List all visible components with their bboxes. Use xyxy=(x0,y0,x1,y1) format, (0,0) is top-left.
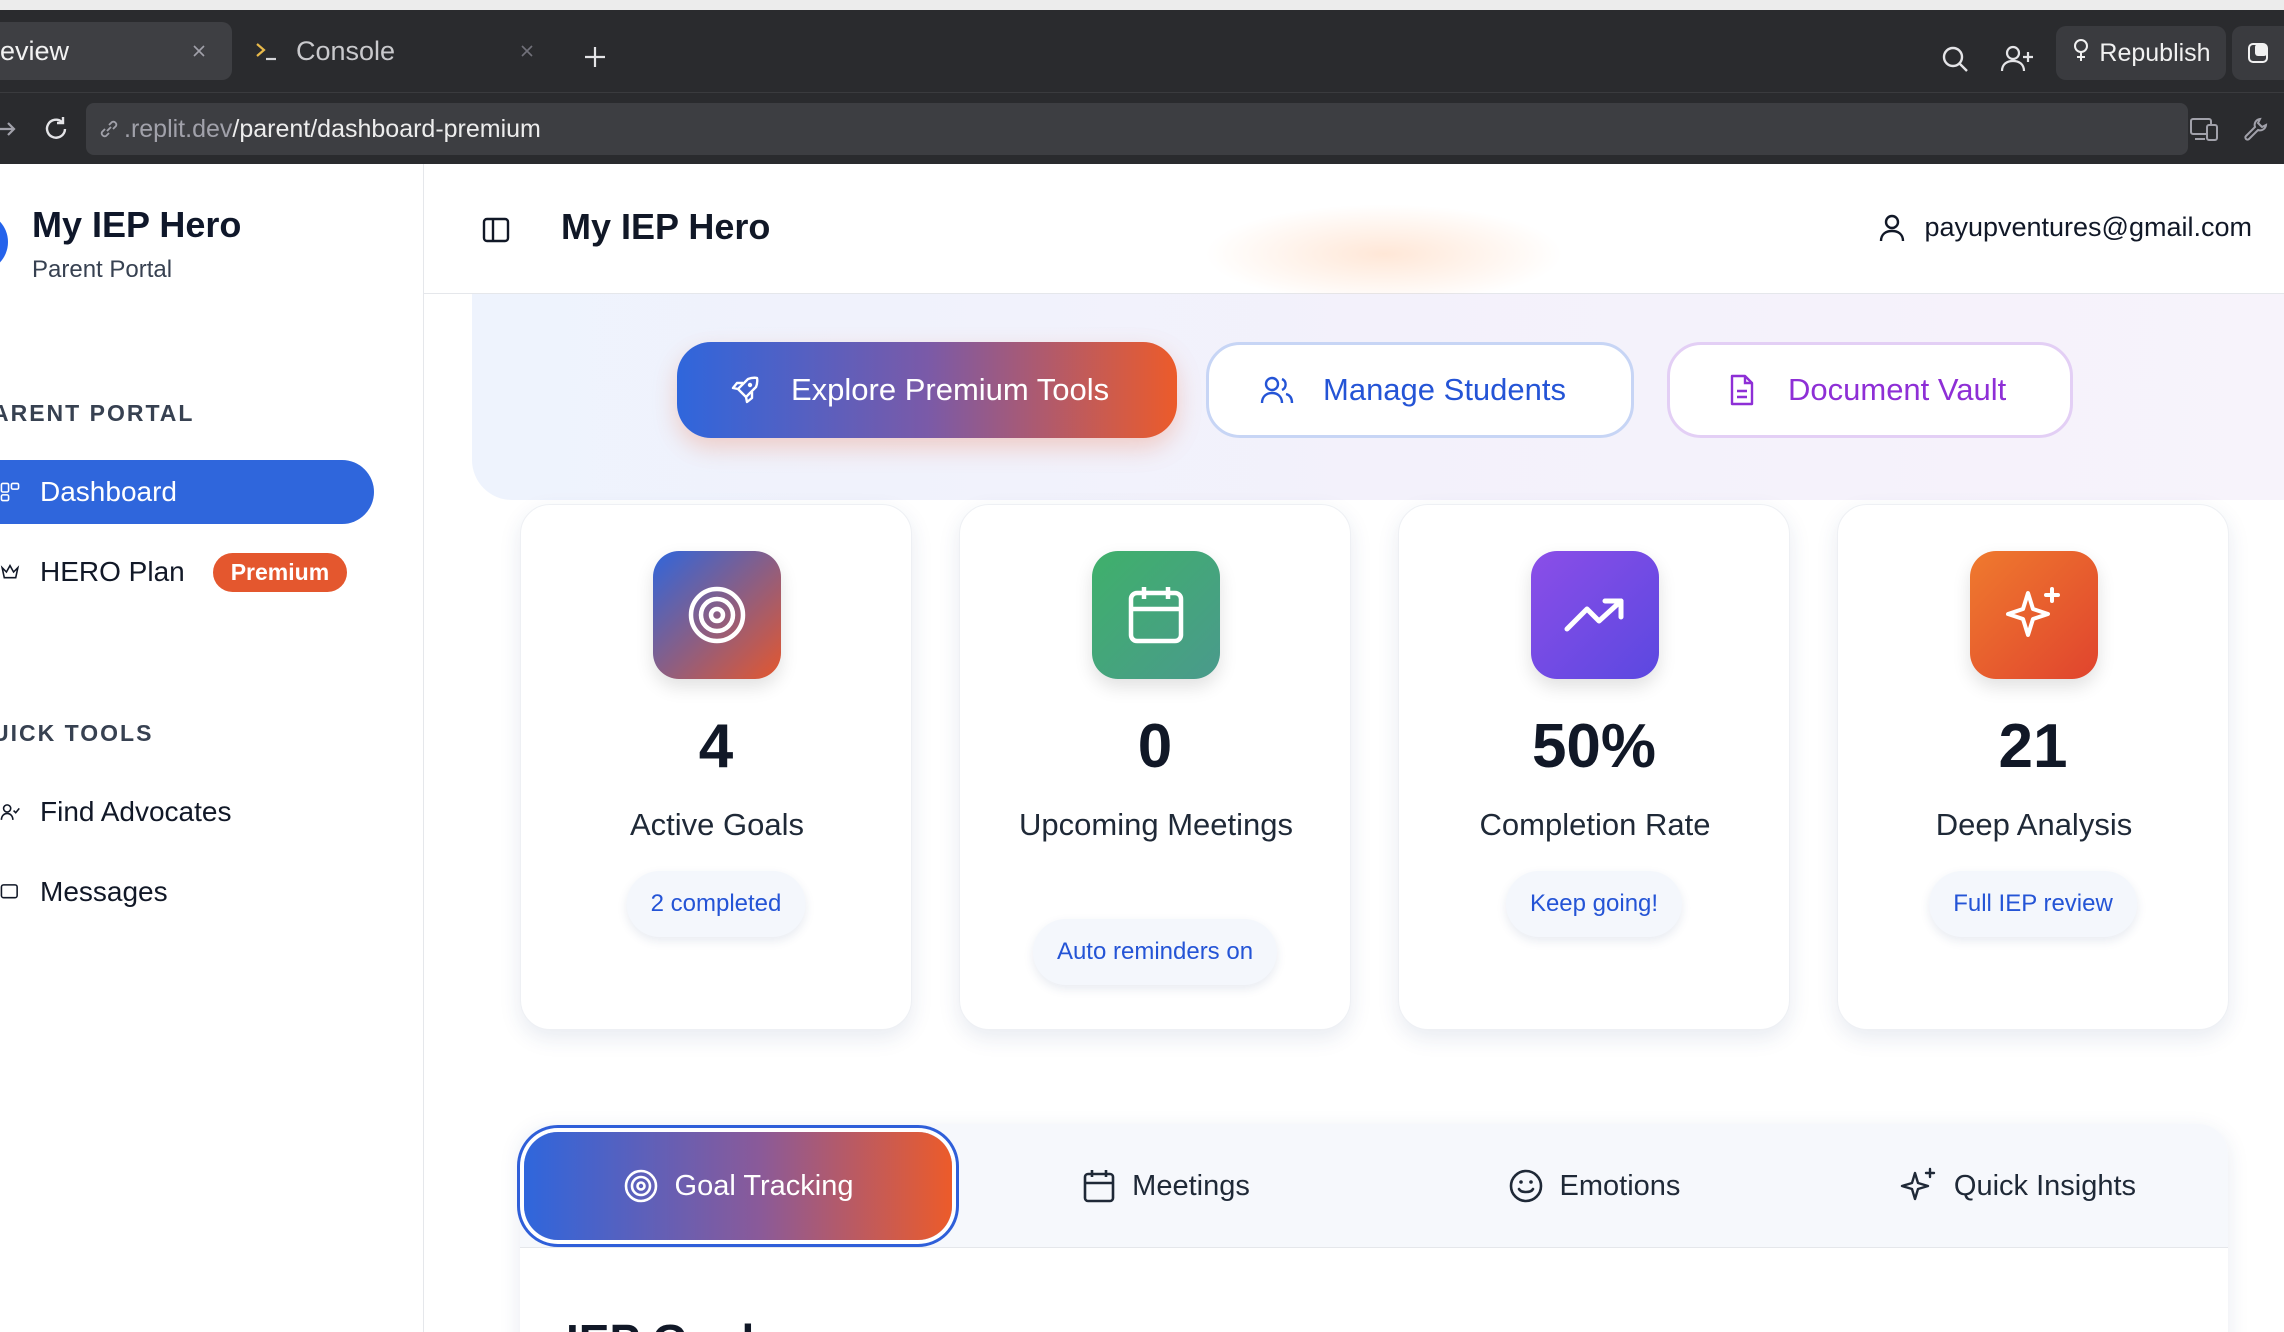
close-icon[interactable] xyxy=(512,36,542,66)
stat-label: Completion Rate xyxy=(1479,807,1711,842)
stat-value: 4 xyxy=(698,712,734,781)
page-header: My IEP Hero payupventures@gmail.com xyxy=(424,164,2284,304)
manage-students-button[interactable]: Manage Students xyxy=(1206,342,1634,438)
stat-card-deep-analysis: 21 Deep Analysis Full IEP review xyxy=(1837,504,2229,1030)
document-vault-button[interactable]: Document Vault xyxy=(1667,342,2073,438)
stat-label: Deep Analysis xyxy=(1935,807,2133,842)
reload-icon[interactable] xyxy=(38,111,74,147)
section-label-quick-tools: UICK TOOLS xyxy=(0,720,154,746)
close-icon[interactable] xyxy=(184,36,214,66)
dashboard-icon xyxy=(0,478,20,506)
section-label-parent-portal: ARENT PORTAL xyxy=(0,400,195,426)
brand-title: My IEP Hero xyxy=(32,204,242,245)
target-icon xyxy=(653,551,781,679)
sidebar-item-label: Dashboard xyxy=(40,476,177,507)
smile-icon xyxy=(1508,1168,1544,1204)
address-bar-row: .replit.dev/parent/dashboard-premium xyxy=(0,92,2284,164)
brand-logo xyxy=(0,212,8,272)
sidebar-item-label: Find Advocates xyxy=(40,796,232,827)
trending-up-icon xyxy=(1531,551,1659,679)
sidebar-item-messages[interactable]: Messages xyxy=(0,860,374,924)
tab-goal-tracking[interactable]: Goal Tracking xyxy=(524,1132,952,1240)
user-icon xyxy=(1878,213,1906,243)
users-icon xyxy=(1257,370,1297,410)
sidebar-item-find-advocates[interactable]: Find Advocates xyxy=(0,780,374,844)
search-icon[interactable] xyxy=(1938,42,1972,76)
stat-value: 21 xyxy=(1998,712,2068,781)
section-heading: IEP Goals xyxy=(566,1314,866,1332)
forward-arrow-icon[interactable] xyxy=(0,111,24,147)
message-icon xyxy=(0,878,20,906)
document-icon xyxy=(1722,370,1762,410)
brand-subtitle: Parent Portal xyxy=(32,256,173,283)
republish-label: Republish xyxy=(2099,38,2211,67)
sidebar-item-hero-plan[interactable]: HERO Plan Premium xyxy=(0,540,374,604)
stat-pill: 2 completed xyxy=(626,871,806,937)
calendar-icon xyxy=(1082,1168,1116,1204)
url-field[interactable]: .replit.dev/parent/dashboard-premium xyxy=(86,103,2188,155)
button-label: Manage Students xyxy=(1323,372,1567,407)
browser-tab-bar: eview Console Republish xyxy=(0,10,2284,92)
window-toggle-icon[interactable] xyxy=(2232,26,2284,80)
hero-actions: Explore Premium Tools Manage Students Do… xyxy=(472,294,2284,500)
user-email: payupventures@gmail.com xyxy=(1924,212,2252,242)
user-account[interactable]: payupventures@gmail.com xyxy=(1878,212,2252,243)
deploy-icon xyxy=(2071,38,2091,69)
tab-list: Goal Tracking Meetings Emotions Quick In… xyxy=(520,1124,2228,1248)
rocket-icon xyxy=(725,370,765,410)
new-tab-plus-icon[interactable] xyxy=(578,40,612,74)
tab-quick-insights[interactable]: Quick Insights xyxy=(1808,1132,2228,1240)
link-icon xyxy=(98,118,120,140)
window-top-strip xyxy=(0,0,2284,10)
stat-pill: Full IEP review xyxy=(1929,871,2137,937)
header-glow xyxy=(1204,204,1564,304)
crown-icon xyxy=(0,558,20,586)
calendar-icon xyxy=(1092,551,1220,679)
invite-user-icon[interactable] xyxy=(2000,42,2034,76)
republish-button[interactable]: Republish xyxy=(2056,26,2226,80)
users-icon xyxy=(0,798,20,826)
stat-card-upcoming-meetings: 0 Upcoming Meetings Auto reminders on xyxy=(959,504,1351,1030)
button-label: Document Vault xyxy=(1788,372,2007,407)
tab-emotions[interactable]: Emotions xyxy=(1380,1132,1808,1240)
browser-tab-console[interactable]: Console xyxy=(240,22,560,80)
stat-pill: Keep going! xyxy=(1505,871,1683,937)
browser-tab-preview[interactable]: eview xyxy=(0,22,232,80)
stat-value: 0 xyxy=(1137,712,1173,781)
devices-icon[interactable] xyxy=(2186,111,2222,147)
explore-premium-tools-button[interactable]: Explore Premium Tools xyxy=(677,342,1177,438)
browser-tab-title: eview xyxy=(0,35,70,66)
tab-label: Quick Insights xyxy=(1953,1169,2137,1202)
stat-pill: Auto reminders on xyxy=(1032,919,1278,985)
terminal-icon xyxy=(254,40,288,62)
sparkles-icon xyxy=(1900,1167,1938,1205)
stat-label: Active Goals xyxy=(629,807,804,842)
stat-card-active-goals: 4 Active Goals 2 completed xyxy=(520,504,912,1030)
dashboard-tabs-panel: Goal Tracking Meetings Emotions Quick In… xyxy=(520,1124,2228,1332)
tab-label: Meetings xyxy=(1132,1169,1250,1202)
stat-card-completion-rate: 50% Completion Rate Keep going! xyxy=(1398,504,1790,1030)
sidebar-item-dashboard[interactable]: Dashboard xyxy=(0,460,374,524)
stat-value: 50% xyxy=(1531,712,1657,781)
premium-badge: Premium xyxy=(212,552,348,592)
tab-label: Goal Tracking xyxy=(674,1169,854,1202)
stat-label: Upcoming Meetings xyxy=(1019,807,1293,842)
wrench-icon[interactable] xyxy=(2238,111,2274,147)
sidebar-toggle-icon[interactable] xyxy=(480,214,512,246)
url-path: /parent/dashboard-premium xyxy=(232,114,541,143)
browser-tab-title: Console xyxy=(296,35,396,66)
tab-meetings[interactable]: Meetings xyxy=(952,1132,1380,1240)
sparkles-icon xyxy=(1970,551,2098,679)
target-icon xyxy=(623,1168,659,1204)
sidebar: My IEP Hero Parent Portal ARENT PORTAL D… xyxy=(0,164,424,1332)
sidebar-item-label: Messages xyxy=(40,876,168,907)
url-host: .replit.dev xyxy=(124,114,233,143)
tab-label: Emotions xyxy=(1559,1169,1681,1202)
sidebar-item-label: HERO Plan xyxy=(40,556,185,587)
button-label: Explore Premium Tools xyxy=(791,372,1110,407)
page-title: My IEP Hero xyxy=(561,206,771,247)
